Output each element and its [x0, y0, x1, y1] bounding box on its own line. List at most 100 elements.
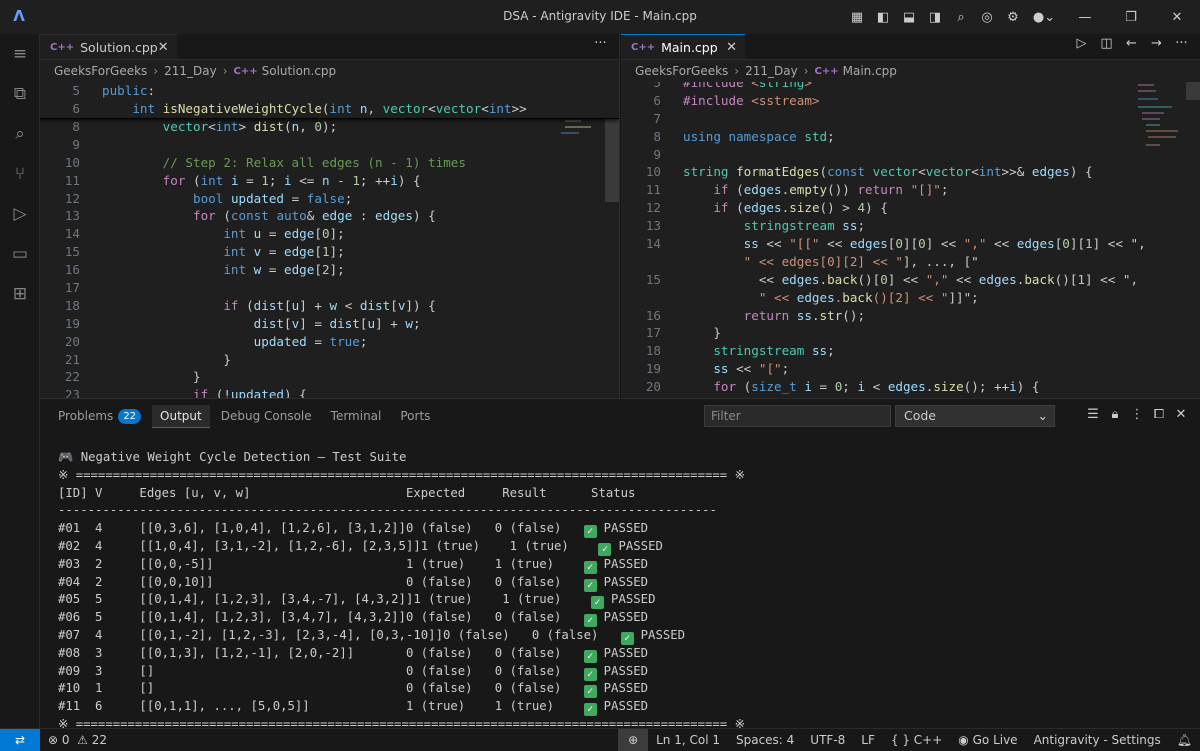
restore-button[interactable]: ❐ — [1108, 0, 1154, 34]
breadcrumb-item[interactable]: 211_Day — [745, 64, 798, 78]
code-line[interactable]: 15 << edges.back()[0] << "," << edges.ba… — [621, 271, 1200, 289]
toggle-panel-icon[interactable]: ⬓ — [897, 5, 921, 29]
vertical-scrollbar[interactable] — [1186, 82, 1200, 398]
minimap[interactable] — [1136, 82, 1186, 182]
code-line[interactable]: 11 if (edges.empty()) return "[]"; — [621, 181, 1200, 199]
breadcrumb-item[interactable]: GeeksForGeeks — [54, 64, 147, 78]
remote-indicator-icon[interactable]: ⇄ — [0, 728, 40, 751]
code-line[interactable]: 8 using namespace std; — [621, 128, 1200, 146]
code-line[interactable]: 20 for (size_t i = 0; i < edges.size(); … — [621, 378, 1200, 396]
code-line[interactable]: 8 vector<int> dist(n, 0); — [40, 118, 619, 136]
indentation[interactable]: Spaces: 4 — [728, 729, 802, 751]
tab-solution-cpp[interactable]: C++ Solution.cpp ✕ — [40, 34, 177, 59]
minimize-button[interactable]: — — [1062, 0, 1108, 34]
close-panel-icon[interactable]: ✕ — [1170, 407, 1192, 422]
code-line[interactable]: 14 int u = edge[0]; — [40, 225, 619, 243]
code-line[interactable]: 18 stringstream ss; — [621, 342, 1200, 360]
tab-main-cpp[interactable]: C++ Main.cpp ✕ — [621, 34, 745, 59]
explorer-icon[interactable]: ⧉ — [0, 74, 40, 114]
clear-output-icon[interactable]: ☰ — [1082, 407, 1104, 422]
go-back-icon[interactable]: ← — [1119, 36, 1144, 51]
maximize-panel-icon[interactable]: ⧠ — [1148, 407, 1170, 422]
tab-debug-console[interactable]: Debug Console — [213, 405, 320, 427]
extensions-icon[interactable]: ⊞ — [0, 274, 40, 314]
output-channel-select[interactable]: Code ⌄ — [895, 405, 1055, 427]
code-line[interactable]: 17 } — [621, 324, 1200, 342]
code-line[interactable]: 15 int v = edge[1]; — [40, 243, 619, 261]
output-log[interactable]: 🎮 Negative Weight Cycle Detection — Test… — [58, 449, 745, 734]
encoding[interactable]: UTF-8 — [802, 729, 853, 751]
toggle-secondary-sidebar-icon[interactable]: ◨ — [923, 5, 947, 29]
code-line[interactable]: " << edges.back()[2] << "]]"; — [621, 289, 1200, 307]
gear-icon[interactable]: ⚙ — [1001, 5, 1025, 29]
code-line[interactable]: 10 // Step 2: Relax all edges (n - 1) ti… — [40, 154, 619, 172]
code-line[interactable]: 6 #include <sstream> — [621, 92, 1200, 110]
code-line[interactable]: 11 for (int i = 1; i <= n - 1; ++i) { — [40, 172, 619, 190]
vertical-scrollbar[interactable] — [605, 82, 619, 398]
code-line[interactable]: 9 — [621, 146, 1200, 164]
code-line[interactable]: 19 dist[v] = dist[u] + w; — [40, 315, 619, 333]
search-icon[interactable]: ⌕ — [949, 5, 973, 29]
code-line[interactable]: 12 if (edges.size() > 4) { — [621, 199, 1200, 217]
close-tab-icon[interactable]: ✕ — [158, 40, 169, 55]
code-line[interactable]: 12 bool updated = false; — [40, 190, 619, 208]
breadcrumb-item[interactable]: Solution.cpp — [262, 64, 337, 78]
tab-problems[interactable]: Problems 22 — [50, 405, 149, 428]
close-window-button[interactable]: ✕ — [1154, 0, 1200, 34]
search-view-icon[interactable]: ⌕ — [0, 114, 40, 154]
more-actions-icon[interactable]: ··· — [1169, 36, 1194, 51]
breadcrumb-item[interactable]: GeeksForGeeks — [635, 64, 728, 78]
code-line[interactable]: 21 } — [40, 351, 619, 369]
output-filter-input[interactable]: Filter — [704, 405, 891, 427]
code-line[interactable]: 10 string formatEdges(const vector<vector… — [621, 163, 1200, 181]
code-line[interactable]: 6 int isNegativeWeightCycle(int n, vecto… — [40, 100, 619, 118]
toggle-primary-sidebar-icon[interactable]: ◧ — [871, 5, 895, 29]
source-control-icon[interactable]: ⑂ — [0, 154, 40, 194]
layout-icon[interactable]: ▦ — [845, 5, 869, 29]
browser-icon[interactable]: ◎ — [975, 5, 999, 29]
lock-scroll-icon[interactable]: 🔒︎ — [1104, 407, 1126, 422]
tab-output[interactable]: Output — [152, 404, 210, 428]
zoom-icon[interactable]: ⊕ — [618, 728, 649, 751]
code-editor[interactable]: 5 #include <string> 6 #include <sstream> 7 8 u… — [621, 82, 1200, 398]
go-live-button[interactable]: ◉ Go Live — [950, 729, 1025, 751]
code-line[interactable]: 5 public: — [40, 82, 619, 100]
go-forward-icon[interactable]: → — [1144, 36, 1169, 51]
remote-explorer-icon[interactable]: ▭ — [0, 234, 40, 274]
run-debug-icon[interactable]: ▷ — [0, 194, 40, 234]
split-editor-icon[interactable]: ◫ — [1094, 36, 1119, 51]
code-line[interactable]: 7 — [621, 110, 1200, 128]
tab-ports[interactable]: Ports — [392, 405, 438, 427]
code-line[interactable]: 5 #include <string> — [621, 82, 1200, 92]
account-avatar-icon[interactable]: ●⌄ — [1027, 5, 1061, 29]
more-actions-icon[interactable]: ⋮ — [1126, 407, 1148, 422]
code-line[interactable]: 13 stringstream ss; — [621, 217, 1200, 235]
tab-terminal[interactable]: Terminal — [323, 405, 390, 427]
code-line[interactable]: 22 } — [40, 368, 619, 386]
code-line[interactable]: 9 — [40, 136, 619, 154]
code-line[interactable]: 18 if (dist[u] + w < dist[v]) { — [40, 297, 619, 315]
code-line[interactable]: 17 — [40, 279, 619, 297]
problems-indicator[interactable]: ⊗ 0 ⚠ 22 — [40, 729, 115, 751]
code-line[interactable]: " << edges[0][2] << "], ..., [" — [621, 253, 1200, 271]
breadcrumb-item[interactable]: 211_Day — [164, 64, 217, 78]
code-line[interactable]: 16 int w = edge[2]; — [40, 261, 619, 279]
language-mode[interactable]: { } C++ — [883, 729, 950, 751]
line-ending[interactable]: LF — [853, 729, 883, 751]
more-actions-icon[interactable]: ··· — [588, 36, 613, 51]
code-editor[interactable]: 5 public: 6 int isNegativeWeightCycle(int … — [40, 82, 619, 398]
breadcrumb-item[interactable]: Main.cpp — [843, 64, 897, 78]
code-line[interactable]: 19 ss << "["; — [621, 360, 1200, 378]
code-line[interactable]: 14 ss << "[[" << edges[0][0] << "," << e… — [621, 235, 1200, 253]
code-line[interactable]: 20 updated = true; — [40, 333, 619, 351]
code-line[interactable]: 16 return ss.str(); — [621, 307, 1200, 325]
code-line[interactable]: 13 for (const auto& edge : edges) { — [40, 207, 619, 225]
sticky-scroll[interactable]: 5 public: 6 int isNegativeWeightCycle(int … — [40, 82, 619, 119]
settings-status[interactable]: Antigravity - Settings — [1026, 729, 1169, 751]
cursor-position[interactable]: Ln 1, Col 1 — [648, 729, 728, 751]
menu-icon[interactable]: ≡ — [0, 34, 40, 74]
notifications-icon[interactable]: 🔔︎ — [1169, 729, 1200, 751]
code-line[interactable]: 23 if (!updated) { — [40, 386, 619, 398]
close-tab-icon[interactable]: ✕ — [726, 40, 737, 55]
run-icon[interactable]: ▷ — [1069, 36, 1094, 51]
